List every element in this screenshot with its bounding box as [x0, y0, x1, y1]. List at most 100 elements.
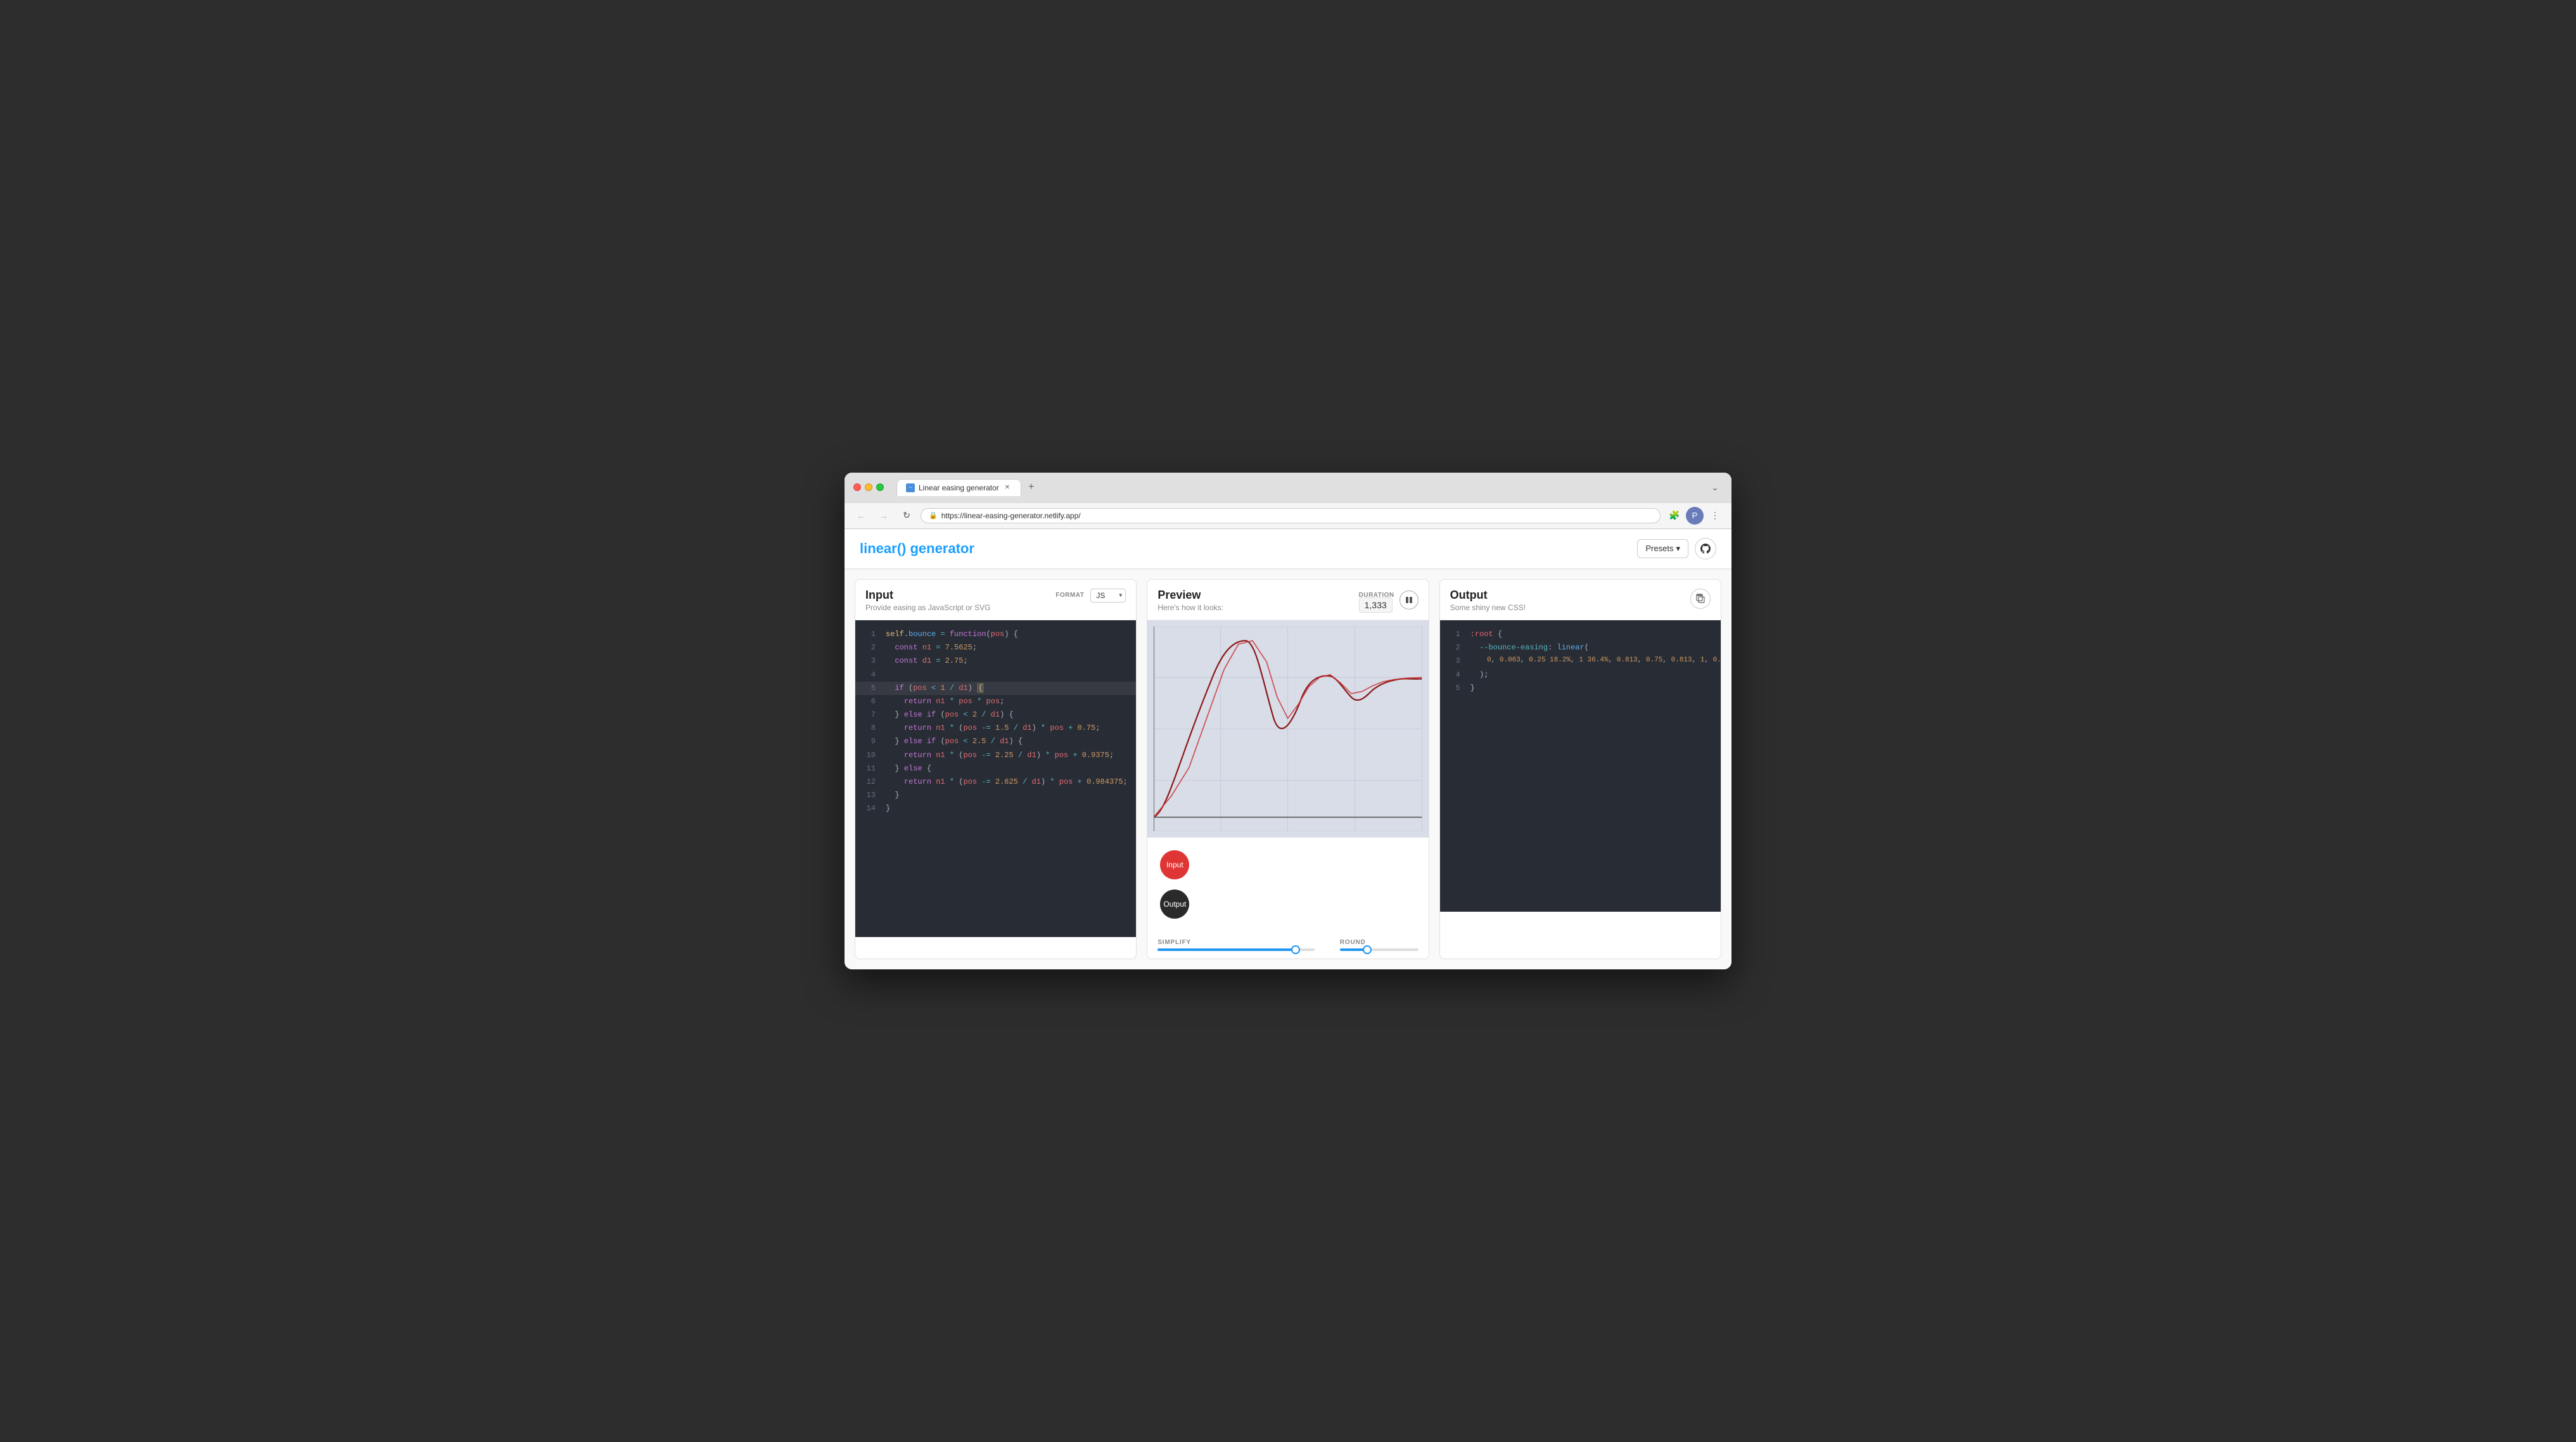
nav-bar: ← → ↻ 🔒 https://linear-easing-generator.…	[845, 502, 1731, 528]
code-line: 6 return n1 * pos * pos;	[855, 695, 1136, 708]
code-editor[interactable]: 1 self.bounce = function(pos) { 2 const …	[855, 620, 1136, 937]
simplify-slider-track[interactable]	[1157, 948, 1315, 951]
code-line: 4	[855, 668, 1136, 682]
round-slider-thumb[interactable]	[1363, 945, 1372, 954]
output-title-group: Output Some shiny new CSS!	[1450, 589, 1526, 612]
output-panel: Output Some shiny new CSS! 1 :r	[1439, 579, 1721, 959]
duration-control: DURATION 1,333	[1359, 589, 1419, 611]
browser-chrome: ~ Linear easing generator ✕ + ⌄ ← → ↻ 🔒 …	[845, 473, 1731, 529]
output-panel-title: Output	[1450, 589, 1526, 602]
simplify-label: SIMPLIFY	[1157, 939, 1315, 946]
browser-menu-icon[interactable]: ⌄	[1707, 480, 1723, 495]
code-line: 12 return n1 * (pos -= 2.625 / d1) * pos…	[855, 775, 1136, 789]
preview-panel-subtitle: Here's how it looks:	[1157, 603, 1223, 612]
tab-close-button[interactable]: ✕	[1003, 483, 1012, 492]
extensions-icon[interactable]: 🧩	[1666, 507, 1683, 525]
simplify-control: SIMPLIFY	[1157, 939, 1315, 951]
browser-options-icon[interactable]: ⋮	[1706, 507, 1724, 525]
copy-button[interactable]	[1690, 589, 1711, 609]
simplify-slider-fill	[1157, 948, 1296, 951]
input-panel-title-group: Input Provide easing as JavaScript or SV…	[865, 589, 990, 612]
round-label: ROUND	[1340, 939, 1419, 946]
duration-value[interactable]: 1,333	[1359, 597, 1393, 613]
maximize-traffic-light[interactable]	[876, 483, 884, 491]
new-tab-button[interactable]: +	[1024, 480, 1039, 495]
input-ball-label: Input	[1166, 860, 1183, 869]
code-line: 9 } else if (pos < 2.5 / d1) {	[855, 735, 1136, 748]
app-title: linear() generator	[860, 540, 974, 557]
preview-panel-header: Preview Here's how it looks: DURATION 1,…	[1147, 580, 1428, 620]
pause-icon	[1405, 596, 1413, 604]
easing-graph	[1154, 627, 1422, 831]
output-ball: Output	[1160, 890, 1189, 919]
preview-panel-title: Preview	[1157, 589, 1223, 602]
input-panel-subtitle: Provide easing as JavaScript or SVG	[865, 603, 990, 612]
simplify-slider-thumb[interactable]	[1291, 945, 1300, 954]
copy-icon	[1695, 594, 1706, 604]
code-line: 1 self.bounce = function(pos) {	[855, 628, 1136, 641]
title-bar: ~ Linear easing generator ✕ + ⌄	[845, 473, 1731, 502]
output-code-line: 2 --bounce-easing: linear(	[1440, 641, 1721, 654]
round-slider-track[interactable]	[1340, 948, 1419, 951]
active-tab[interactable]: ~ Linear easing generator ✕	[896, 479, 1021, 496]
presets-label: Presets	[1645, 544, 1673, 553]
output-panel-header: Output Some shiny new CSS!	[1440, 580, 1721, 620]
format-label: FORMAT	[1055, 592, 1084, 599]
app-content: linear() generator Presets ▾ Inp	[845, 529, 1731, 969]
chevron-down-icon: ▾	[1676, 544, 1680, 554]
code-line: 11 } else {	[855, 762, 1136, 775]
lock-icon: 🔒	[929, 511, 938, 520]
tab-title: Linear easing generator	[919, 483, 999, 492]
nav-actions: 🧩 P ⋮	[1666, 507, 1724, 525]
github-button[interactable]	[1695, 538, 1716, 559]
output-code: 1 :root { 2 --bounce-easing: linear( 3 0…	[1440, 620, 1721, 912]
code-line: 13 }	[855, 789, 1136, 802]
forward-button[interactable]: →	[875, 507, 893, 525]
github-icon	[1700, 544, 1711, 554]
reload-button[interactable]: ↻	[898, 507, 915, 525]
pause-button[interactable]	[1400, 590, 1419, 609]
preview-panel: Preview Here's how it looks: DURATION 1,…	[1147, 579, 1429, 959]
ball-preview: Input Output	[1147, 838, 1428, 931]
output-code-line: 3 0, 0.063, 0.25 18.2%, 1 36.4%, 0.813, …	[1440, 654, 1721, 668]
code-line: 10 return n1 * (pos -= 2.25 / d1) * pos …	[855, 749, 1136, 762]
header-actions: Presets ▾	[1637, 538, 1716, 559]
code-line: 7 } else if (pos < 2 / d1) {	[855, 708, 1136, 722]
code-line: 14 }	[855, 802, 1136, 815]
input-panel-title: Input	[865, 589, 990, 602]
format-select[interactable]: JS SVG	[1090, 589, 1126, 603]
minimize-traffic-light[interactable]	[865, 483, 872, 491]
input-ball: Input	[1160, 850, 1189, 879]
close-traffic-light[interactable]	[853, 483, 861, 491]
round-control: ROUND	[1340, 939, 1419, 951]
app-header: linear() generator Presets ▾	[845, 529, 1731, 569]
code-line: 2 const n1 = 7.5625;	[855, 641, 1136, 654]
graph-area	[1147, 620, 1428, 838]
input-panel: Input Provide easing as JavaScript or SV…	[855, 579, 1137, 959]
output-code-line: 4 );	[1440, 668, 1721, 682]
output-panel-subtitle: Some shiny new CSS!	[1450, 603, 1526, 612]
format-wrapper: JS SVG	[1090, 589, 1126, 603]
output-ball-row: Output	[1160, 890, 1415, 919]
address-bar[interactable]: 🔒 https://linear-easing-generator.netlif…	[921, 508, 1661, 523]
output-ball-label: Output	[1163, 900, 1186, 909]
panels: Input Provide easing as JavaScript or SV…	[845, 569, 1731, 969]
traffic-lights	[853, 483, 884, 491]
preview-title-group: Preview Here's how it looks:	[1157, 589, 1223, 612]
input-ball-row: Input	[1160, 850, 1415, 879]
profile-icon[interactable]: P	[1686, 507, 1704, 525]
presets-button[interactable]: Presets ▾	[1637, 539, 1688, 558]
code-line: 3 const d1 = 2.75;	[855, 654, 1136, 668]
tab-bar: ~ Linear easing generator ✕ +	[890, 479, 1701, 496]
url-text: https://linear-easing-generator.netlify.…	[941, 511, 1081, 520]
browser-window: ~ Linear easing generator ✕ + ⌄ ← → ↻ 🔒 …	[845, 473, 1731, 969]
code-line: 5 if (pos < 1 / d1) {	[855, 682, 1136, 695]
tab-favicon: ~	[906, 483, 915, 492]
preview-bottom-controls: SIMPLIFY ROUND	[1147, 931, 1428, 959]
input-panel-header: Input Provide easing as JavaScript or SV…	[855, 580, 1136, 620]
format-control: FORMAT JS SVG	[1055, 589, 1126, 603]
controls-row: SIMPLIFY ROUND	[1157, 939, 1418, 951]
back-button[interactable]: ←	[852, 507, 870, 525]
code-line: 8 return n1 * (pos -= 1.5 / d1) * pos + …	[855, 722, 1136, 735]
output-code-line: 5 }	[1440, 682, 1721, 695]
